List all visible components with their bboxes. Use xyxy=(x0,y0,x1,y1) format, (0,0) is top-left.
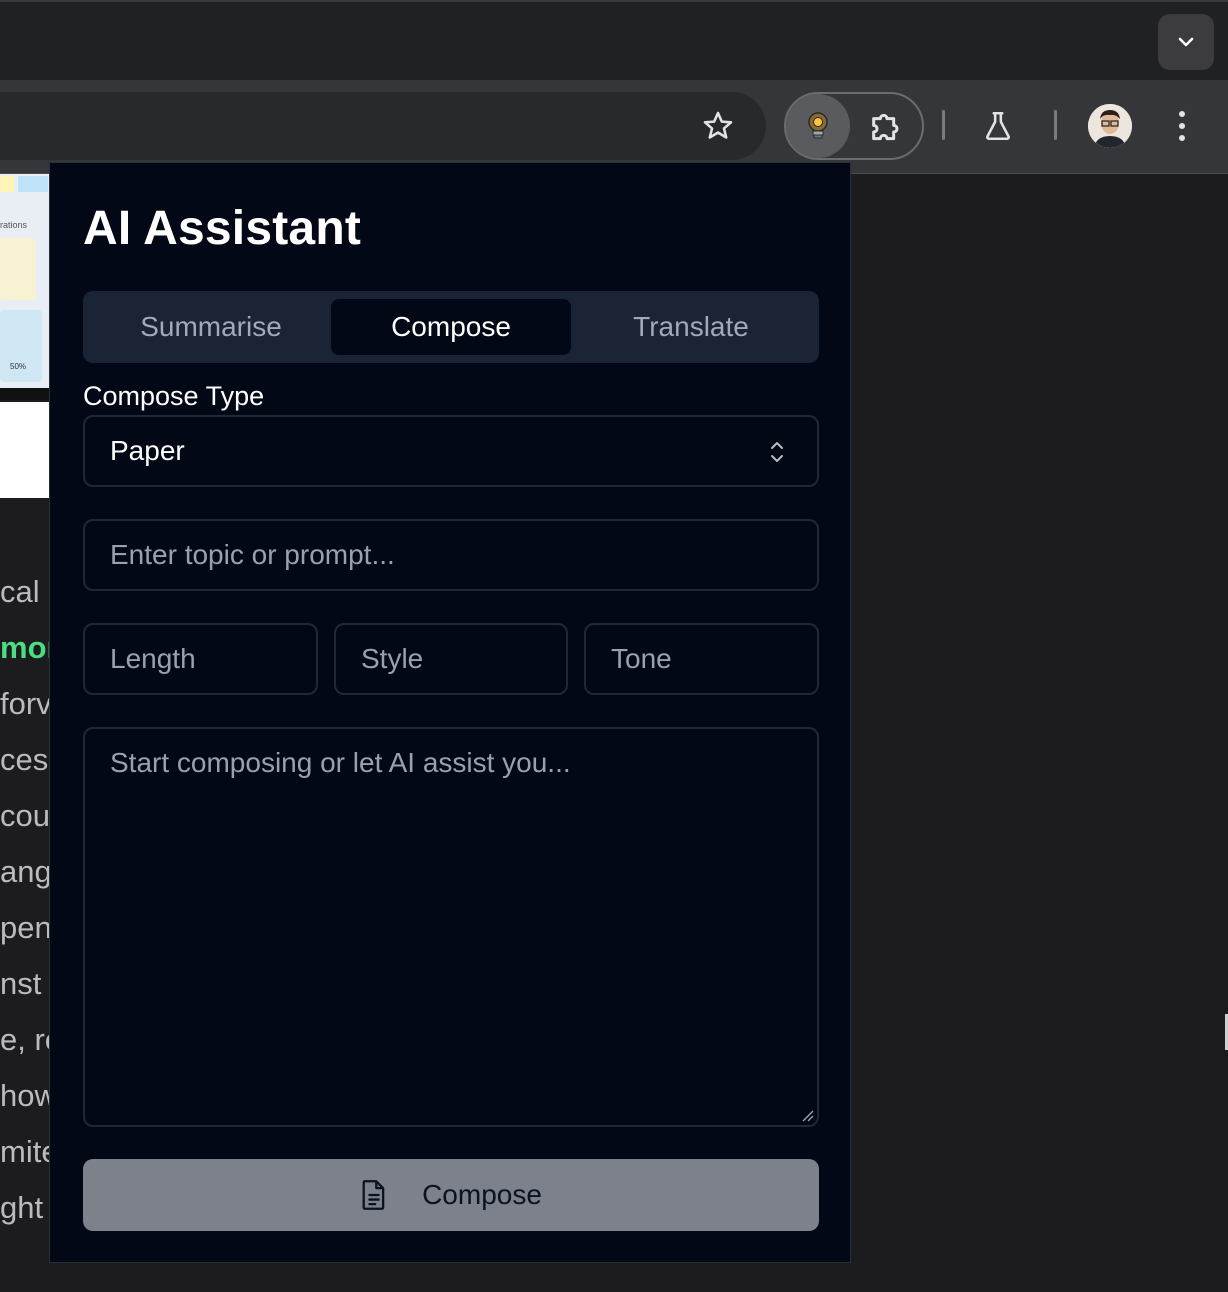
page-text: ght xyxy=(0,1190,44,1225)
compose-type-label: Compose Type xyxy=(83,381,265,411)
tone-placeholder: Tone xyxy=(611,643,672,674)
toolbar-separator xyxy=(942,110,945,140)
compose-type-value: Paper xyxy=(110,435,185,466)
style-input[interactable]: Style xyxy=(334,623,568,695)
length-placeholder: Length xyxy=(110,643,196,674)
style-placeholder: Style xyxy=(361,643,424,674)
profile-avatar[interactable] xyxy=(1088,104,1132,148)
prompt-placeholder: Enter topic or prompt... xyxy=(110,539,395,570)
kebab-icon xyxy=(1179,111,1185,117)
thumbnail-percent: 50% xyxy=(10,362,27,371)
star-icon xyxy=(703,111,733,139)
flask-icon xyxy=(986,111,1010,141)
compose-type-select[interactable]: Paper xyxy=(83,415,819,487)
browser-tab-strip xyxy=(0,0,1228,80)
page-text: angu xyxy=(0,854,50,889)
chevron-down-icon xyxy=(1178,37,1194,47)
browser-menu-button[interactable] xyxy=(1164,104,1200,148)
page-text: pen xyxy=(0,910,50,945)
compose-button-label: Compose xyxy=(422,1179,542,1210)
compose-textarea[interactable]: Start composing or let AI assist you... xyxy=(83,727,819,1127)
thumbnail-label: rations xyxy=(0,220,28,230)
address-bar[interactable] xyxy=(0,92,766,160)
tab-translate[interactable]: Translate xyxy=(571,299,811,355)
tab-search-button[interactable] xyxy=(1158,14,1214,70)
page-text: mite xyxy=(0,1134,50,1169)
compose-button[interactable]: Compose xyxy=(83,1159,819,1231)
page-text: nst xyxy=(0,966,42,1001)
labs-button[interactable] xyxy=(978,106,1018,146)
document-icon xyxy=(362,1180,385,1210)
tab-summarise[interactable]: Summarise xyxy=(91,299,331,355)
tone-input[interactable]: Tone xyxy=(584,623,819,695)
ai-assistant-popup: AI Assistant Summarise Compose Translate… xyxy=(49,162,851,1263)
person-icon xyxy=(1088,104,1132,148)
bookmark-star-button[interactable] xyxy=(700,108,736,144)
page-text: e, re xyxy=(0,1022,50,1057)
lightbulb-icon xyxy=(808,112,828,139)
page-link[interactable]: mor xyxy=(0,630,50,666)
ai-assistant-extension-button[interactable] xyxy=(786,94,850,158)
prompt-input[interactable]: Enter topic or prompt... xyxy=(83,519,819,591)
page-thumbnail-image: rations 50% xyxy=(0,174,50,400)
popup-title: AI Assistant xyxy=(83,202,362,255)
page-white-block xyxy=(0,402,50,498)
length-input[interactable]: Length xyxy=(83,623,318,695)
resize-handle-icon[interactable] xyxy=(800,1108,814,1122)
page-text: how xyxy=(0,1078,50,1113)
page-text-fragments: cal mor forv ces coul angu pen nst e, re… xyxy=(0,560,50,1240)
page-text: cal xyxy=(0,574,40,609)
tab-compose[interactable]: Compose xyxy=(331,299,571,355)
editor-placeholder: Start composing or let AI assist you... xyxy=(110,747,571,778)
browser-toolbar xyxy=(0,80,1228,174)
mode-tabs: Summarise Compose Translate xyxy=(83,291,819,363)
toolbar-separator xyxy=(1054,110,1057,140)
page-text: forv xyxy=(0,686,50,721)
puzzle-icon xyxy=(872,113,899,141)
chevron-up-down-icon xyxy=(771,442,783,462)
page-text: ces xyxy=(0,742,49,777)
extensions-menu-button[interactable] xyxy=(864,104,910,150)
page-text: coul xyxy=(0,798,50,833)
